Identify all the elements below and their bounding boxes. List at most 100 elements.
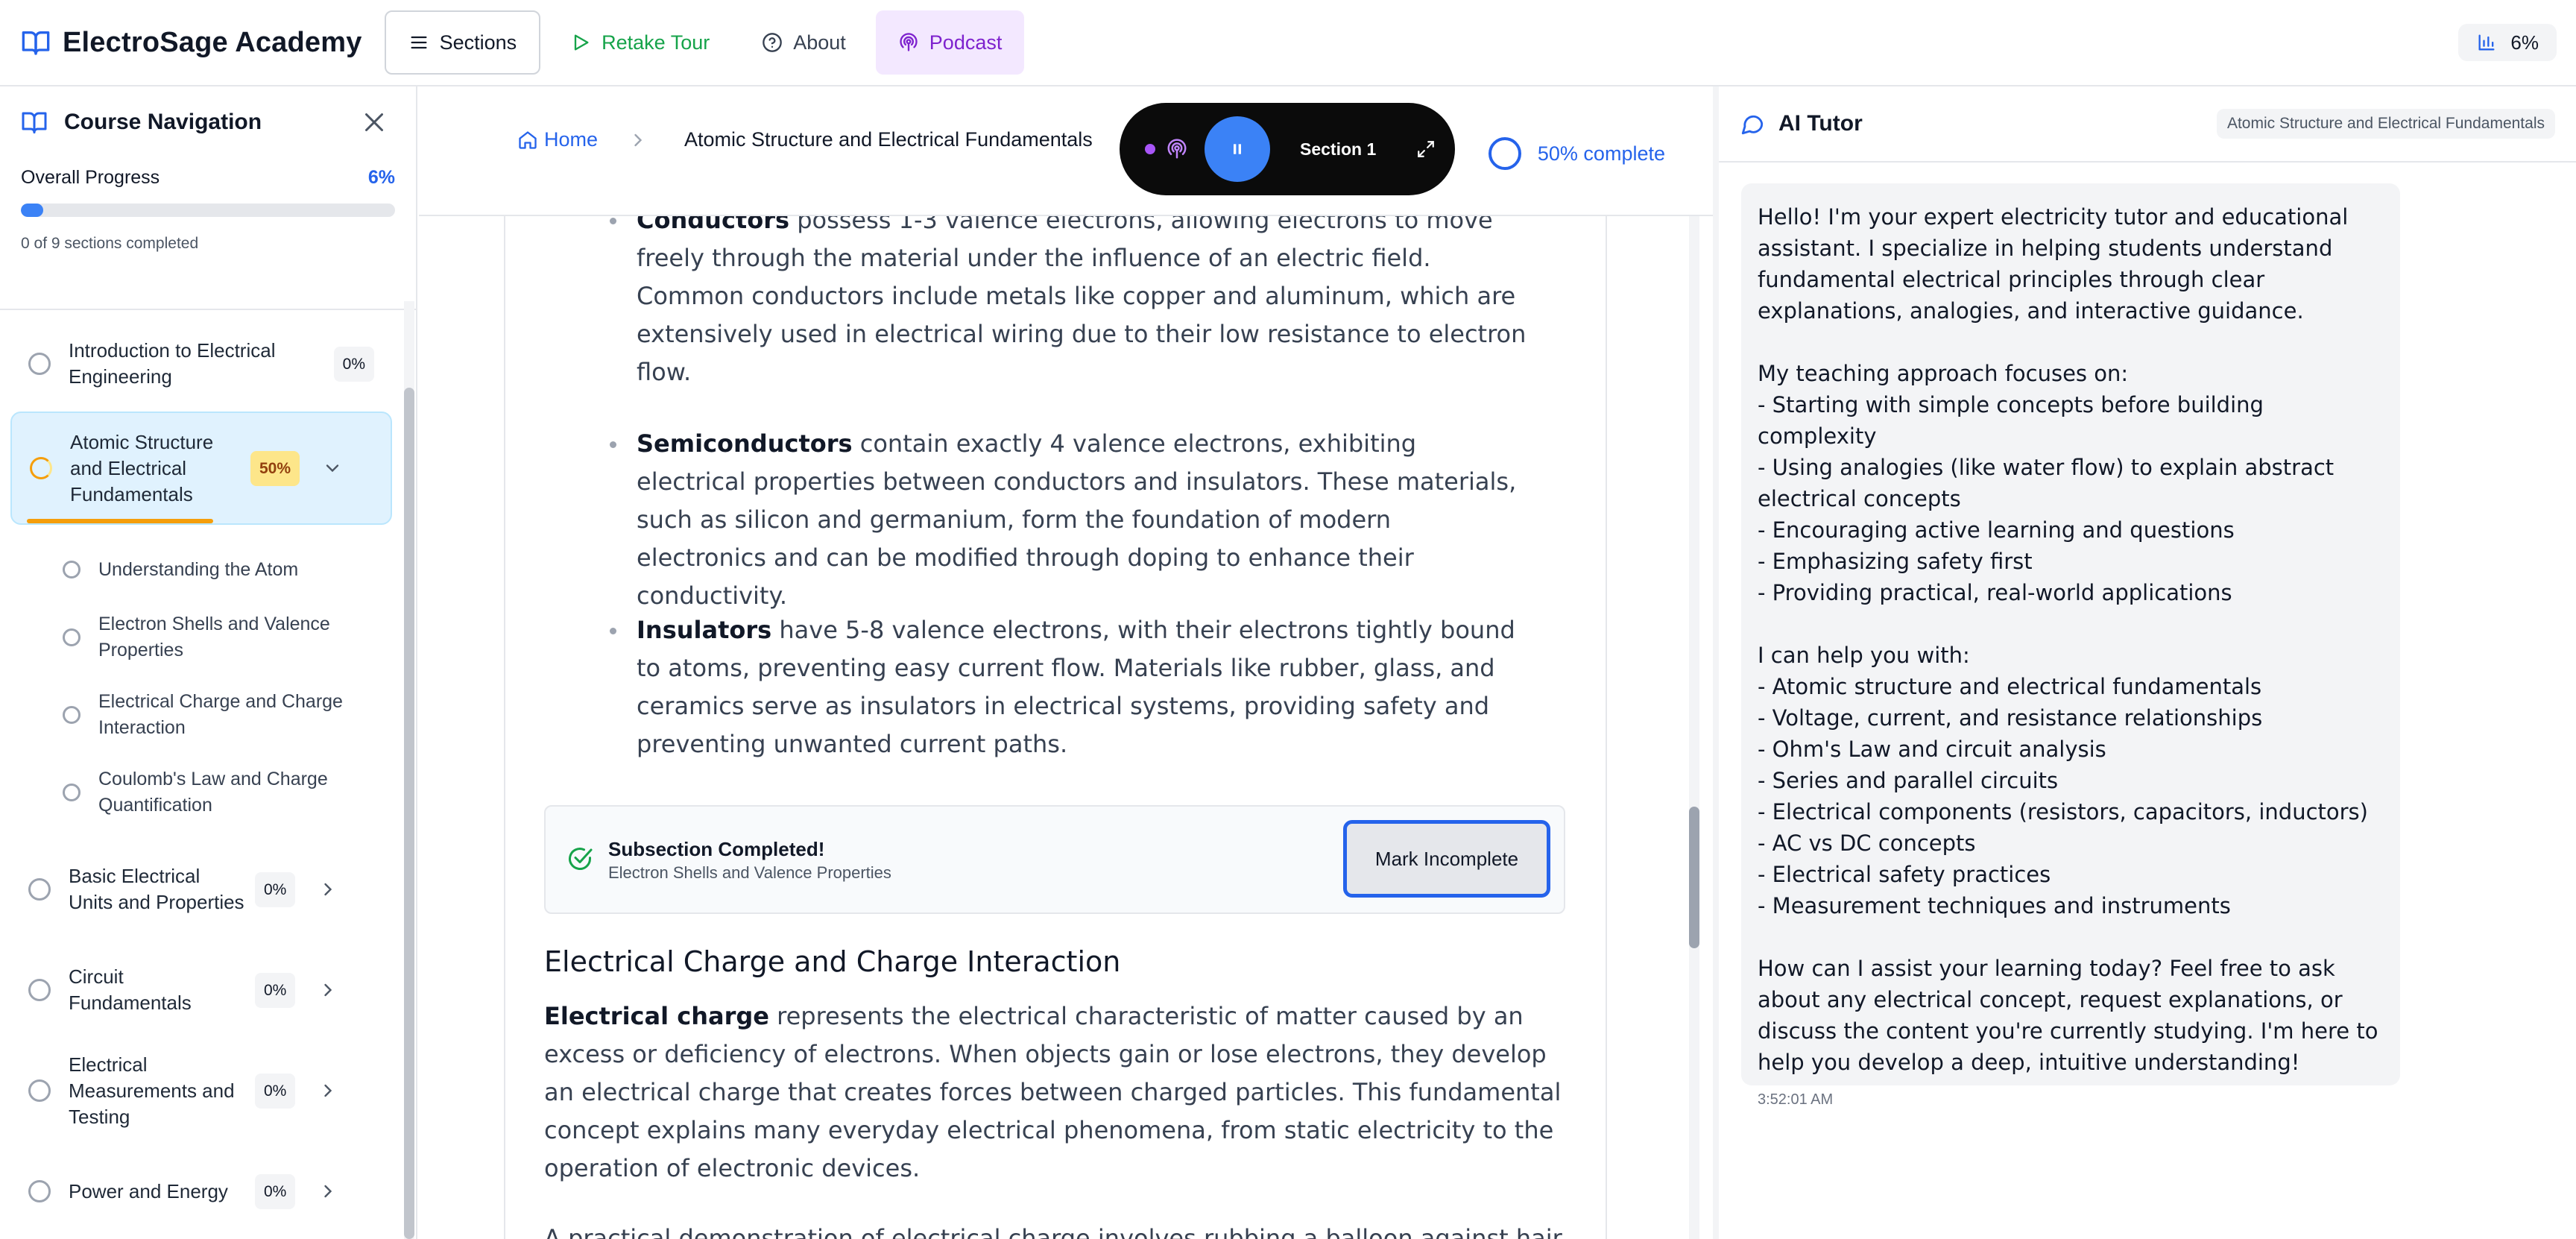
ai-tutor-header: AI Tutor Atomic Structure and Electrical… (1719, 86, 2576, 163)
close-icon (365, 113, 383, 131)
overall-progress-pill: 6% (2458, 24, 2557, 61)
retake-tour-label: Retake Tour (602, 31, 710, 54)
status-circle-icon (28, 1180, 51, 1202)
podcast-button[interactable]: Podcast (875, 10, 1025, 75)
status-circle-icon (63, 706, 80, 724)
sidebar-scrollbar-thumb[interactable] (404, 388, 414, 1239)
subsection-label: Coulomb's Law and Charge Quantification (98, 769, 328, 816)
chevron-right-icon[interactable] (318, 879, 338, 900)
bullet-term: Insulators (637, 616, 772, 644)
section-progress-badge: 0% (255, 871, 296, 907)
content-scrollbar[interactable] (1689, 216, 1699, 1239)
ai-tutor-title: AI Tutor (1778, 111, 1863, 136)
section-progress-badge: 50% (250, 450, 300, 486)
section-progress-badge: 0% (255, 972, 296, 1008)
subsection-completed-banner: Subsection Completed! Electron Shells an… (544, 805, 1565, 914)
overall-progress-value: 6% (2510, 31, 2539, 54)
status-circle-icon (28, 353, 51, 375)
course-sidebar: Course Navigation Overall Progress 6% 0 … (0, 86, 417, 1239)
sidebar-item-power-energy[interactable]: Power and Energy 0% (10, 1161, 392, 1221)
mark-incomplete-button[interactable]: Mark Incomplete (1343, 820, 1550, 898)
expand-icon[interactable] (1416, 139, 1436, 159)
chevron-right-icon[interactable] (318, 980, 338, 1000)
status-circle-icon (63, 561, 80, 578)
overall-progress: Overall Progress 6% 0 of 9 sections comp… (0, 167, 416, 310)
sidebar-item-atomic-structure[interactable]: Atomic Structure and Electrical Fundamen… (10, 412, 392, 525)
sidebar-item-measurements[interactable]: Electrical Measurements and Testing 0% (10, 1050, 392, 1132)
tutor-message: Hello! I'm your expert electricity tutor… (1741, 183, 2400, 1108)
sections-label: Sections (439, 31, 517, 54)
player-section-label: Section 1 (1300, 139, 1377, 159)
chevron-right-icon[interactable] (318, 1080, 338, 1101)
chevron-right-icon[interactable] (318, 1181, 338, 1202)
message-timestamp: 3:52:01 AM (1758, 1091, 1834, 1108)
section-label: Basic Electrical Units and Properties (69, 865, 244, 913)
subsection-item-electrical-charge[interactable]: Electrical Charge and Charge Interaction (63, 689, 402, 741)
bullet-semiconductors: Semiconductors contain exactly 4 valence… (544, 425, 1528, 615)
home-icon (519, 130, 537, 149)
ai-tutor-context-badge: Atomic Structure and Electrical Fundamen… (2216, 109, 2555, 139)
status-circle-icon (63, 628, 80, 646)
completed-title: Subsection Completed! (608, 838, 825, 860)
section-progress-badge: 0% (333, 346, 374, 382)
pause-button[interactable] (1205, 116, 1270, 182)
sidebar-item-basic-units[interactable]: Basic Electrical Units and Properties 0% (10, 848, 392, 930)
section-label: Power and Energy (69, 1179, 228, 1202)
check-circle-icon (569, 848, 593, 870)
sections-completed-count: 0 of 9 sections completed (21, 235, 199, 252)
subsection-item-coulombs-law[interactable]: Coulomb's Law and Charge Quantification (63, 766, 402, 819)
breadcrumb-home-label: Home (544, 128, 599, 151)
section-progress-bar (27, 519, 213, 523)
sidebar-item-circuit-fundamentals[interactable]: Circuit Fundamentals 0% (10, 960, 392, 1020)
podcast-label: Podcast (929, 31, 1003, 54)
ai-tutor-panel: AI Tutor Atomic Structure and Electrical… (1713, 86, 2576, 1239)
breadcrumb-separator (628, 130, 654, 151)
brand[interactable]: ElectroSage Academy (21, 27, 362, 59)
content-scrollbar-thumb[interactable] (1689, 807, 1699, 948)
pause-icon (1234, 144, 1241, 154)
book-icon (22, 112, 47, 133)
podcast-player: Section 1 (1120, 103, 1455, 195)
bullet-insulators: Insulators have 5-8 valence electrons, w… (544, 611, 1528, 763)
about-button[interactable]: About (739, 10, 868, 75)
app-header: ElectroSage Academy Sections Retake Tour… (0, 0, 2576, 86)
section-heading: Electrical Charge and Charge Interaction (544, 945, 1121, 978)
overall-progress-pct: 6% (367, 167, 395, 188)
breadcrumb-current: Atomic Structure and Electrical Fundamen… (684, 128, 1093, 151)
status-circle-icon (28, 979, 51, 1001)
paragraph-term: Electrical charge (544, 1002, 769, 1030)
close-sidebar-button[interactable] (361, 109, 388, 136)
retake-tour-button[interactable]: Retake Tour (548, 10, 732, 75)
sidebar-item-introduction[interactable]: Introduction to Electrical Engineering 0… (10, 334, 392, 394)
app-title: ElectroSage Academy (63, 26, 362, 58)
breadcrumb: Home Atomic Structure and Electrical Fun… (517, 128, 1093, 151)
play-icon (574, 34, 589, 51)
sidebar-scrollbar[interactable] (404, 301, 414, 1239)
overall-progress-fill (21, 204, 44, 217)
subsection-item-electron-shells[interactable]: Electron Shells and Valence Properties (63, 611, 402, 663)
bullet-term: Semiconductors (637, 429, 853, 458)
status-circle-icon (28, 1079, 51, 1102)
book-icon (22, 31, 50, 55)
section-list: Introduction to Electrical Engineering 0… (0, 301, 402, 1239)
overall-progress-bar (21, 204, 395, 217)
recording-dot (1145, 144, 1155, 154)
paragraph-demonstration: A practical demonstration of electrical … (544, 1224, 1570, 1239)
section-progress-badge: 0% (255, 1173, 296, 1209)
section-label: Introduction to Electrical Engineering (69, 339, 276, 388)
subsection-item-understanding-atom[interactable]: Understanding the Atom (63, 555, 402, 584)
sections-button[interactable]: Sections (384, 10, 541, 75)
bar-chart-icon (2478, 34, 2495, 51)
about-label: About (793, 31, 846, 54)
breadcrumb-home[interactable]: Home (517, 128, 598, 151)
sidebar-header: Course Navigation (0, 86, 416, 158)
content-header: Home Atomic Structure and Electrical Fun… (419, 86, 1713, 216)
completion-label: 50% complete (1537, 142, 1665, 165)
chevron-down-icon[interactable] (322, 458, 343, 479)
section-progress-badge: 0% (255, 1073, 296, 1109)
section-completion: 50% complete (1488, 137, 1665, 170)
progress-ring-icon (1488, 137, 1521, 170)
status-circle-icon (28, 878, 51, 901)
overall-progress-label: Overall Progress (21, 167, 160, 188)
menu-icon (411, 36, 427, 49)
